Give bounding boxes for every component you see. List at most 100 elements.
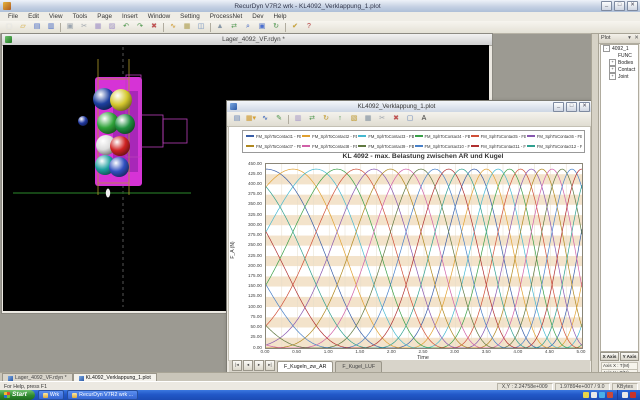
legend-item-7[interactable]: FM_SphToContact7 - FB_A (N) xyxy=(245,144,301,149)
panel-close-icon[interactable]: ✕ xyxy=(633,34,640,43)
minimize-button[interactable]: _ xyxy=(601,1,612,11)
legend-item-6[interactable]: FM_SphToContact6 - FB_A (N) xyxy=(526,134,582,139)
legend-item-4[interactable]: FM_SphToContact4 - FB_A (N) xyxy=(414,134,470,139)
import-icon[interactable]: ▧ xyxy=(348,113,361,125)
plot-tab-f_kugeln_zw_ar[interactable]: F_Kugeln_zw_AR xyxy=(277,361,333,372)
grid-icon[interactable]: ▦ xyxy=(362,113,375,125)
expand-icon[interactable]: + xyxy=(609,73,616,80)
task-button[interactable]: RecurDyn V7R2 wrk ... xyxy=(67,390,138,400)
taskbar-toolbar-icon[interactable] xyxy=(583,392,589,398)
menu-tools[interactable]: Tools xyxy=(68,13,93,20)
zoom-in-icon[interactable]: ⌕ xyxy=(242,21,255,33)
pan-icon[interactable]: ⇄ xyxy=(228,21,241,33)
menu-setting[interactable]: Setting xyxy=(175,13,205,20)
chart-plot-area[interactable] xyxy=(265,163,583,349)
refresh-icon[interactable]: ↻ xyxy=(270,21,283,33)
taskbar-toolbar-icon[interactable] xyxy=(607,392,613,398)
legend-label: FM_SphToContact11 - FB_A (N) xyxy=(481,144,526,149)
curve-edit-icon[interactable]: ✎ xyxy=(273,113,286,125)
tab-nav-button[interactable]: ▸ xyxy=(254,360,264,371)
zoom-fit-icon[interactable]: ▣ xyxy=(256,21,269,33)
export-icon[interactable]: ⇄ xyxy=(306,113,319,125)
window-icon[interactable]: ▢ xyxy=(404,113,417,125)
delete-icon[interactable]: ✖ xyxy=(390,113,403,125)
legend-label: FM_SphToContact10 - FB_A (N) xyxy=(425,144,470,149)
chart-icon[interactable]: ∿ xyxy=(167,21,180,33)
plot-close-button[interactable]: ✕ xyxy=(579,102,590,112)
chart-type-icon[interactable]: ▦▾ xyxy=(245,113,258,125)
menu-page[interactable]: Page xyxy=(92,13,117,20)
taskbar-toolbar-icon[interactable] xyxy=(599,392,605,398)
taskbar-toolbar-icon[interactable] xyxy=(591,392,597,398)
legend-item-12[interactable]: FM_SphToContact12 - FB_A (N) xyxy=(526,144,582,149)
tree-item-4092_1[interactable]: -4092_1 xyxy=(601,45,638,52)
legend-item-2[interactable]: FM_SphToContact2 - FB_A (N) xyxy=(301,134,357,139)
main-toolbar-separator xyxy=(163,23,164,32)
delete-icon[interactable]: ✖ xyxy=(148,21,161,33)
menu-dev[interactable]: Dev xyxy=(247,13,268,20)
plot-tree: -4092_1FUNC+Bodies+Contact+Joint xyxy=(600,44,639,352)
legend-item-8[interactable]: FM_SphToContact8 - FB_A (N) xyxy=(301,144,357,149)
refresh-icon[interactable]: ↻ xyxy=(320,113,333,125)
menu-file[interactable]: File xyxy=(3,13,23,20)
tree-item-func[interactable]: FUNC xyxy=(601,52,638,59)
redo-icon[interactable]: ↷ xyxy=(134,21,147,33)
plot-maximize-button[interactable]: □ xyxy=(566,102,577,112)
plot-toolbar: ▤▦▾∿✎ ▥⇄↻↑▧▦✂✖▢A xyxy=(227,112,592,127)
print-icon[interactable]: ▣ xyxy=(64,21,77,33)
up-icon[interactable]: ↑ xyxy=(334,113,347,125)
cut-icon[interactable]: ✂ xyxy=(376,113,389,125)
copy-icon[interactable]: ▥ xyxy=(292,113,305,125)
panel-menu-icon[interactable]: ▾ xyxy=(626,34,633,43)
legend-item-3[interactable]: FM_SphToContact3 - FB_A (N) xyxy=(357,134,413,139)
menu-edit[interactable]: Edit xyxy=(23,13,44,20)
maximize-button[interactable]: □ xyxy=(614,1,625,11)
legend-item-1[interactable]: FM_SphToContact1 - FB_A (N) xyxy=(245,134,301,139)
y-axis-button[interactable]: Y Axis xyxy=(620,352,639,361)
x-tick-label: 1.00 xyxy=(316,349,340,354)
tree-item-joint[interactable]: +Joint xyxy=(601,73,638,80)
expand-icon[interactable]: + xyxy=(609,59,616,66)
x-axis-button[interactable]: X Axis xyxy=(600,352,619,361)
tab-nav-button[interactable]: ▸| xyxy=(265,360,275,371)
menu-insert[interactable]: Insert xyxy=(117,13,143,20)
open-icon[interactable]: ▱ xyxy=(17,21,30,33)
plot-tab-f_kugel_luf[interactable]: F_Kugel_LUF xyxy=(335,361,382,372)
close-button[interactable]: ✕ xyxy=(627,1,638,11)
task-button[interactable]: Wrk xyxy=(38,390,64,400)
legend-item-10[interactable]: FM_SphToContact10 - FB_A (N) xyxy=(414,144,470,149)
tab-nav-button[interactable]: |◂ xyxy=(232,360,242,371)
legend-label: FM_SphToContact1 - FB_A (N) xyxy=(256,134,301,139)
copy-icon[interactable]: ▦ xyxy=(92,21,105,33)
plot-minimize-button[interactable]: _ xyxy=(553,102,564,112)
menu-window[interactable]: Window xyxy=(143,13,175,20)
tray-icon[interactable] xyxy=(630,392,636,398)
legend-item-5[interactable]: FM_SphToContact5 - FB_A (N) xyxy=(470,134,526,139)
check-icon[interactable]: ✔ xyxy=(289,21,302,33)
menu-view[interactable]: View xyxy=(44,13,68,20)
undo-icon[interactable]: ↶ xyxy=(120,21,133,33)
help-icon[interactable]: ? xyxy=(303,21,316,33)
layout-icon[interactable]: ◫ xyxy=(195,21,208,33)
page-icon[interactable]: ▤ xyxy=(231,113,244,125)
menu-help[interactable]: Help xyxy=(269,13,292,20)
tree-item-contact[interactable]: +Contact xyxy=(601,66,638,73)
menu-processnet[interactable]: ProcessNet xyxy=(205,13,248,20)
collapse-icon[interactable]: - xyxy=(603,45,610,52)
text-icon[interactable]: A xyxy=(418,113,431,125)
tree-item-bodies[interactable]: +Bodies xyxy=(601,59,638,66)
paste-icon[interactable]: ▨ xyxy=(106,21,119,33)
tab-nav-button[interactable]: ◂ xyxy=(243,360,253,371)
save-all-icon[interactable]: ▥ xyxy=(45,21,58,33)
start-button[interactable]: Start xyxy=(0,390,35,400)
legend-item-9[interactable]: FM_SphToContact9 - FB_A (N) xyxy=(357,144,413,149)
save-icon[interactable]: ▤ xyxy=(31,21,44,33)
table-icon[interactable]: ▦ xyxy=(181,21,194,33)
draw-plot-icon[interactable]: ∿ xyxy=(259,113,272,125)
new-icon[interactable]: ▢ xyxy=(3,21,16,33)
expand-icon[interactable]: + xyxy=(609,66,616,73)
pointer-icon[interactable]: ▲ xyxy=(214,21,227,33)
cut-icon[interactable]: ✂ xyxy=(78,21,91,33)
tray-icon[interactable] xyxy=(622,392,628,398)
legend-item-11[interactable]: FM_SphToContact11 - FB_A (N) xyxy=(470,144,526,149)
